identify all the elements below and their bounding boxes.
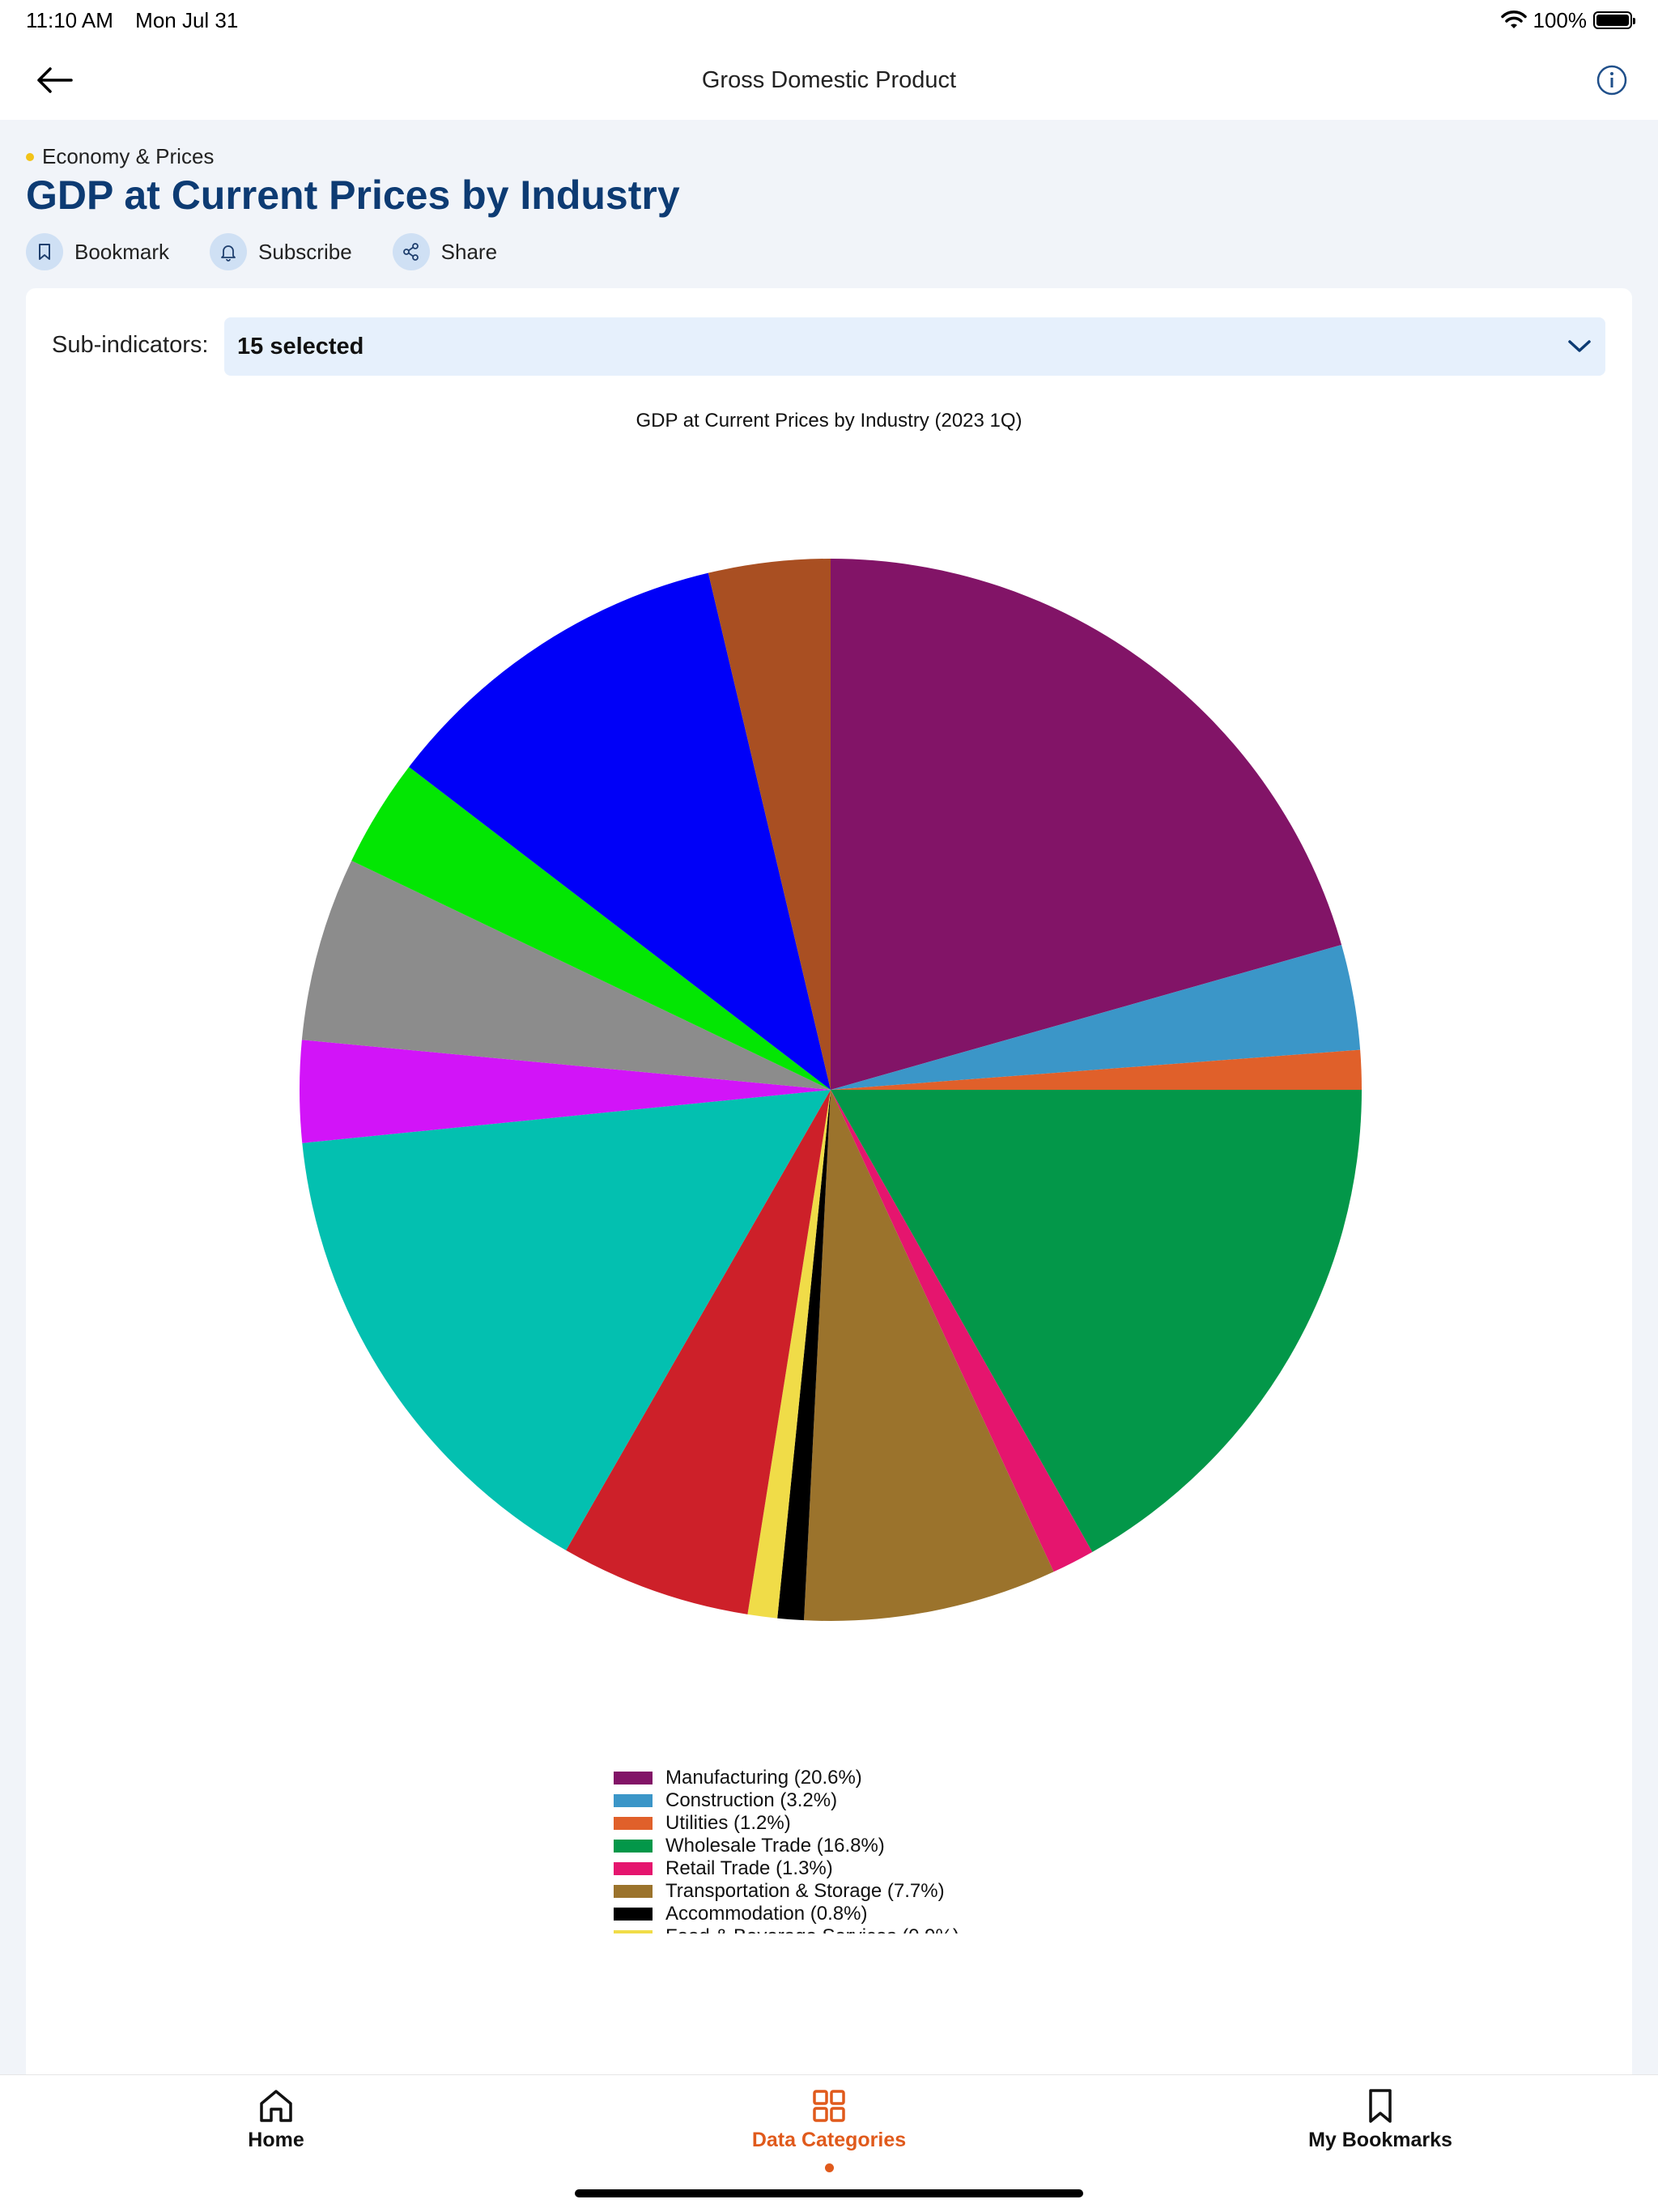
status-indicators: 100%: [1500, 7, 1635, 33]
tab-home-label: Home: [248, 2129, 304, 2151]
bookmark-label: Bookmark: [74, 239, 170, 264]
battery-icon: [1593, 11, 1635, 29]
active-tab-dot-icon: [824, 2163, 834, 2172]
tab-my-bookmarks-label: My Bookmarks: [1308, 2129, 1452, 2151]
legend-item[interactable]: Food & Beverage Services (0.9%): [614, 1925, 1342, 1933]
nav-title: Gross Domestic Product: [701, 66, 957, 93]
status-time: 11:10 AM: [26, 7, 113, 32]
status-time-date: 11:10 AM Mon Jul 31: [26, 8, 254, 33]
category-dot-icon: [26, 152, 34, 161]
chart-legend: Manufacturing (20.6%) Construction (3.2%)…: [614, 1767, 1342, 1933]
legend-label: Food & Beverage Services (0.9%): [665, 1925, 959, 1933]
legend-item[interactable]: Accommodation (0.8%): [614, 1903, 1342, 1925]
chart-title: GDP at Current Prices by Industry (2023 …: [636, 410, 1022, 432]
legend-swatch: [614, 1930, 653, 1933]
legend-label: Retail Trade (1.3%): [665, 1857, 833, 1879]
page-title: GDP at Current Prices by Industry: [26, 172, 680, 218]
legend-swatch: [614, 1772, 653, 1784]
share-label: Share: [440, 239, 498, 264]
tab-home[interactable]: Home: [155, 2087, 397, 2152]
legend-item[interactable]: Manufacturing (20.6%): [614, 1767, 1342, 1789]
back-arrow-icon[interactable]: [32, 60, 78, 100]
legend-label: Manufacturing (20.6%): [665, 1767, 862, 1789]
subscribe-label: Subscribe: [258, 239, 352, 264]
legend-label: Utilities (1.2%): [665, 1812, 791, 1834]
legend-item[interactable]: Transportation & Storage (7.7%): [614, 1880, 1342, 1903]
subscribe-button[interactable]: Subscribe: [210, 233, 352, 270]
legend-swatch: [614, 1885, 653, 1898]
legend-item[interactable]: Wholesale Trade (16.8%): [614, 1835, 1342, 1857]
action-bar: Bookmark Subscribe Share: [26, 233, 497, 270]
sub-indicators-dropdown[interactable]: 15 selected: [224, 317, 1605, 376]
home-indicator: [575, 2189, 1083, 2197]
legend-item[interactable]: Construction (3.2%): [614, 1789, 1342, 1812]
legend-label: Accommodation (0.8%): [665, 1903, 868, 1925]
tab-my-bookmarks[interactable]: My Bookmarks: [1259, 2087, 1502, 2152]
legend-swatch: [614, 1817, 653, 1830]
share-icon: [392, 233, 430, 270]
sub-indicators-label: Sub-indicators:: [52, 332, 209, 358]
legend-label: Transportation & Storage (7.7%): [665, 1880, 945, 1902]
legend-item[interactable]: Retail Trade (1.3%): [614, 1857, 1342, 1880]
legend-swatch: [614, 1908, 653, 1921]
legend-swatch: [614, 1840, 653, 1853]
bookmark-button[interactable]: Bookmark: [26, 233, 169, 270]
pie-chart: [300, 559, 1362, 1621]
bookmark-icon: [1369, 2089, 1392, 2123]
share-button[interactable]: Share: [392, 233, 498, 270]
tab-data-categories[interactable]: Data Categories: [708, 2087, 950, 2172]
home-icon: [260, 2090, 292, 2122]
battery-percent: 100%: [1533, 7, 1588, 32]
wifi-icon: [1500, 11, 1527, 28]
sub-indicators-value: 15 selected: [237, 333, 364, 359]
tab-data-categories-label: Data Categories: [751, 2129, 907, 2151]
bookmark-icon: [26, 233, 63, 270]
bell-icon: [210, 233, 248, 270]
legend-label: Wholesale Trade (16.8%): [665, 1835, 885, 1857]
grid-icon: [813, 2090, 845, 2122]
chevron-down-icon: [1568, 340, 1591, 352]
breadcrumb-label: Economy & Prices: [42, 144, 215, 168]
breadcrumb: Economy & Prices: [26, 144, 214, 169]
legend-item[interactable]: Utilities (1.2%): [614, 1812, 1342, 1835]
status-date: Mon Jul 31: [135, 7, 239, 32]
chart-card: Sub-indicators: 15 selected GDP at Curre…: [26, 288, 1632, 2118]
info-icon[interactable]: [1595, 63, 1629, 97]
legend-label: Construction (3.2%): [665, 1789, 838, 1811]
nav-bar: Gross Domestic Product: [0, 40, 1658, 120]
legend-swatch: [614, 1862, 653, 1875]
legend-swatch: [614, 1794, 653, 1807]
status-bar: 11:10 AM Mon Jul 31 100%: [0, 0, 1658, 40]
